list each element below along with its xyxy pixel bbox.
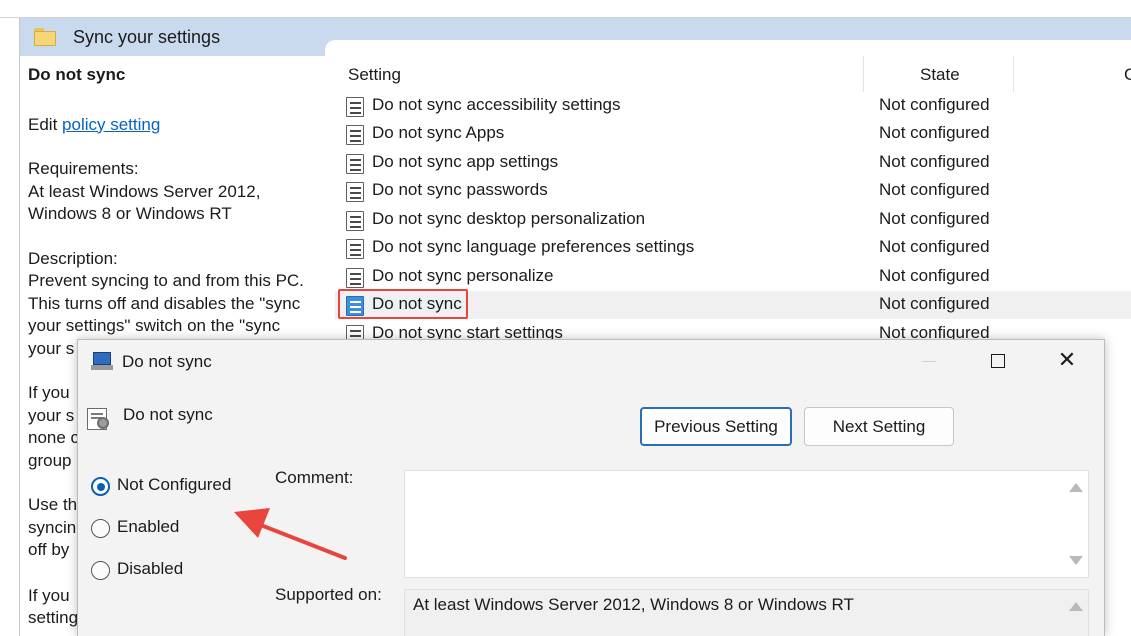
radio-circle[interactable] [91, 519, 110, 538]
policy-setting-icon [346, 125, 364, 145]
policy-state: Not configured [879, 266, 990, 285]
policy-setting-link[interactable]: policy setting [62, 115, 160, 134]
radio-disabled[interactable]: Disabled [91, 558, 271, 582]
policy-setting-icon [346, 268, 364, 288]
radio-circle[interactable] [91, 561, 110, 580]
column-header-state[interactable]: State [920, 65, 960, 85]
policy-state: Not configured [879, 95, 990, 114]
column-header-setting[interactable]: Setting [348, 65, 401, 85]
scroll-up-icon[interactable] [1069, 602, 1083, 611]
description-title: Do not sync [28, 65, 126, 84]
policy-setting-icon [346, 97, 364, 117]
requirements-block: Requirements: At least Windows Server 20… [28, 158, 328, 226]
comment-textarea[interactable] [404, 470, 1089, 578]
description-label: Description: [28, 248, 118, 268]
policy-row[interactable]: Do not sync app settings Not configured [335, 149, 1131, 177]
policy-state: Not configured [879, 209, 990, 228]
maximize-button[interactable] [975, 340, 1021, 382]
minimize-button[interactable] [906, 340, 952, 382]
policy-setting-icon [346, 239, 364, 259]
radio-circle[interactable] [91, 477, 110, 496]
scroll-up-icon[interactable] [1069, 483, 1083, 492]
policy-icon [87, 406, 111, 430]
radio-label: Disabled [117, 559, 184, 578]
description-line: This turns off and disables the "sync [28, 293, 301, 313]
column-header-comment[interactable]: C [1124, 65, 1131, 85]
policy-name: Do not sync desktop personalization [372, 209, 646, 228]
requirements-line: Windows 8 or Windows RT [28, 204, 232, 223]
column-separator[interactable] [863, 56, 864, 92]
policy-row[interactable]: Do not sync accessibility settings Not c… [335, 92, 1131, 120]
scroll-down-icon[interactable] [1069, 556, 1083, 565]
dialog-title: Do not sync [122, 352, 212, 371]
radio-not-configured[interactable]: Not Configured [91, 474, 271, 498]
supported-on-value: At least Windows Server 2012, Windows 8 … [413, 595, 854, 614]
previous-setting-button[interactable]: Previous Setting [640, 407, 792, 446]
policy-row[interactable]: Do not sync Apps Not configured [335, 120, 1131, 148]
next-setting-button[interactable]: Next Setting [804, 407, 954, 446]
policy-name: Do not sync language preferences setting… [372, 237, 695, 256]
dialog-app-icon [91, 352, 113, 370]
maximize-icon [991, 354, 1005, 368]
policy-state: Not configured [879, 152, 990, 171]
minimize-icon [922, 360, 936, 362]
policy-row[interactable]: Do not sync personalize Not configured [335, 263, 1131, 291]
policy-name: Do not sync app settings [372, 152, 559, 171]
policy-state: Not configured [879, 237, 990, 256]
policy-name: Do not sync Apps [372, 123, 505, 142]
column-separator[interactable] [1013, 56, 1014, 92]
radio-enabled[interactable]: Enabled [91, 516, 271, 540]
requirements-line: At least Windows Server 2012, [28, 181, 261, 201]
comment-label: Comment: [275, 468, 354, 487]
close-icon: ✕ [1057, 348, 1077, 373]
policy-dialog: Do not sync ✕ Do not sync Previous Setti… [77, 339, 1105, 636]
policy-row[interactable]: Do not sync desktop personalization Not … [335, 206, 1131, 234]
policy-setting-icon [346, 211, 364, 231]
radio-label: Enabled [117, 517, 180, 536]
policy-name: Do not sync passwords [372, 180, 548, 199]
description-line: your settings" switch on the "sync [28, 316, 281, 335]
supported-on-label: Supported on: [275, 585, 382, 604]
radio-label: Not Configured [117, 475, 232, 494]
requirements-label: Requirements: [28, 159, 139, 178]
list-header-tab [325, 40, 1131, 60]
folder-icon [34, 26, 56, 46]
supported-scrollbar[interactable] [1064, 590, 1088, 636]
policy-state: Not configured [879, 180, 990, 199]
policy-name: Do not sync accessibility settings [372, 95, 621, 114]
outer-frame-top [0, 0, 1131, 18]
policy-row[interactable]: Do not sync language preferences setting… [335, 234, 1131, 262]
outer-frame-left [0, 18, 20, 636]
policy-row[interactable]: Do not sync passwords Not configured [335, 177, 1131, 205]
comment-scrollbar[interactable] [1064, 471, 1088, 577]
policy-name: Do not sync personalize [372, 266, 554, 285]
edit-policy-line: Edit policy setting [28, 114, 328, 137]
policy-state: Not configured [879, 123, 990, 142]
highlight-annotation [338, 289, 468, 319]
description-line: Prevent syncing to and from this PC. [28, 271, 304, 290]
supported-on-field: At least Windows Server 2012, Windows 8 … [404, 589, 1089, 636]
category-title: Sync your settings [73, 27, 221, 47]
edit-prefix: Edit [28, 114, 63, 134]
policy-setting-icon [346, 182, 364, 202]
policy-state: Not configured [879, 294, 990, 313]
close-button[interactable]: ✕ [1044, 340, 1090, 382]
policy-setting-icon [346, 154, 364, 174]
dialog-policy-name: Do not sync [123, 405, 213, 424]
